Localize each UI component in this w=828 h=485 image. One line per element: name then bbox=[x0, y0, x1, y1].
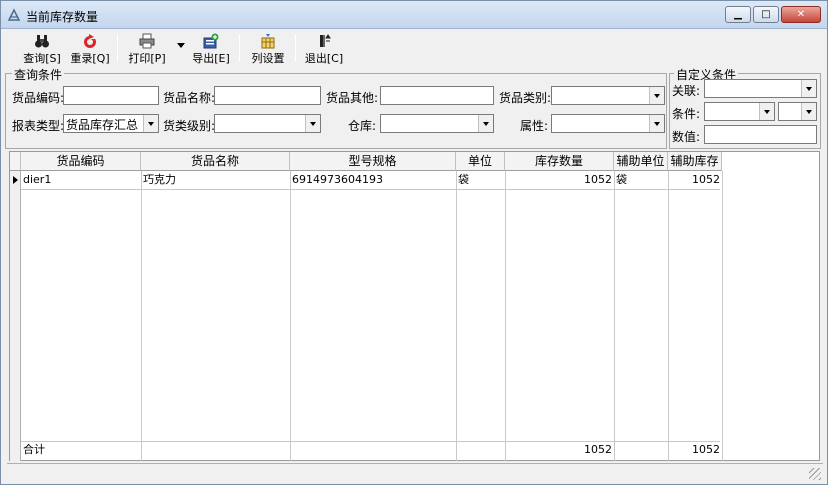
minimize-button[interactable]: ▁ bbox=[725, 6, 751, 23]
column-header-item-name[interactable]: 货品名称 bbox=[141, 152, 290, 171]
export-icon bbox=[203, 33, 219, 49]
toolbar: 查询[S] 重录[Q] 打印[P] 导出[E] 列设置 退出[C] bbox=[11, 31, 817, 65]
export-button[interactable]: 导出[E] bbox=[189, 31, 233, 65]
column-header-item-code[interactable]: 货品编码 bbox=[21, 152, 141, 171]
chevron-down-icon[interactable] bbox=[801, 80, 816, 97]
close-button[interactable]: ✕ bbox=[781, 6, 821, 23]
exit-button[interactable]: 退出[C] bbox=[303, 31, 345, 65]
cell-aux-unit[interactable]: 袋 bbox=[614, 172, 668, 188]
column-settings-icon bbox=[261, 34, 275, 49]
grid-column-divider bbox=[722, 171, 723, 461]
warehouse-label: 仓库: bbox=[348, 119, 377, 133]
toolbar-separator bbox=[117, 34, 118, 62]
column-header-qty[interactable]: 库存数量 bbox=[505, 152, 614, 171]
chevron-down-icon[interactable] bbox=[759, 103, 774, 120]
cell-spec[interactable]: 6914973604193 bbox=[290, 172, 456, 188]
query-conditions-panel: 查询条件 货品编码: 货品名称: 货品其他: 货品类别: 报表类型: 货品库存汇… bbox=[5, 66, 667, 149]
condition-operator-select[interactable] bbox=[778, 102, 817, 121]
footer-total-aux-qty: 1052 bbox=[692, 443, 720, 456]
custom-conditions-panel: 自定义条件 关联: 条件: 数值: bbox=[669, 66, 821, 149]
cell-qty[interactable]: 1052 bbox=[505, 172, 614, 188]
column-settings-button[interactable]: 列设置 bbox=[247, 31, 289, 65]
grid-column-divider bbox=[290, 171, 291, 461]
value-input[interactable] bbox=[704, 125, 817, 144]
chevron-down-icon[interactable] bbox=[305, 115, 320, 132]
item-code-input[interactable] bbox=[63, 86, 159, 105]
relation-select[interactable] bbox=[704, 79, 817, 98]
chevron-down-icon[interactable] bbox=[143, 115, 158, 132]
footer-total-label: 合计 bbox=[23, 443, 45, 456]
item-other-label: 货品其他: bbox=[326, 91, 379, 105]
grid-column-divider bbox=[614, 171, 615, 461]
minimize-icon: ▁ bbox=[734, 9, 742, 20]
close-icon: ✕ bbox=[796, 9, 806, 20]
window-title: 当前库存数量 bbox=[26, 10, 99, 24]
main-window: 当前库存数量 ▁ □ ✕ 查询[S] 重录[Q] 打印[P] 导出[E] 列设置… bbox=[0, 0, 828, 485]
row-selector-column bbox=[10, 171, 21, 461]
item-name-input[interactable] bbox=[214, 86, 321, 105]
report-type-value: 货品库存汇总 bbox=[66, 118, 139, 132]
reset-button[interactable]: 重录[Q] bbox=[69, 31, 111, 65]
resize-grip-icon[interactable] bbox=[809, 468, 821, 480]
condition-field-select[interactable] bbox=[704, 102, 775, 121]
app-icon bbox=[7, 8, 21, 21]
grid-corner bbox=[10, 152, 21, 171]
current-row-indicator-icon bbox=[13, 176, 18, 184]
grid-column-divider bbox=[456, 171, 457, 461]
cell-item-name[interactable]: 巧克力 bbox=[141, 172, 290, 188]
inventory-grid[interactable]: 货品编码 货品名称 型号规格 单位 库存数量 辅助单位 辅助库存 dier1 巧… bbox=[9, 151, 820, 461]
toolbar-separator bbox=[295, 34, 296, 62]
toolbar-separator bbox=[239, 34, 240, 62]
chevron-down-icon[interactable] bbox=[649, 115, 664, 132]
column-header-aux-qty[interactable]: 辅助库存 bbox=[668, 152, 722, 171]
item-category-label: 货品类别: bbox=[499, 91, 552, 105]
refresh-icon bbox=[84, 34, 96, 48]
maximize-button[interactable]: □ bbox=[753, 6, 779, 23]
binoculars-icon bbox=[35, 35, 49, 48]
item-name-label: 货品名称: bbox=[163, 91, 216, 105]
cell-unit[interactable]: 袋 bbox=[456, 172, 505, 188]
printer-icon bbox=[139, 33, 155, 49]
attribute-select[interactable] bbox=[551, 114, 665, 133]
chevron-down-icon[interactable] bbox=[478, 115, 493, 132]
print-dropdown-icon[interactable] bbox=[177, 43, 185, 48]
cell-aux-qty[interactable]: 1052 bbox=[668, 172, 722, 188]
chevron-down-icon[interactable] bbox=[649, 87, 664, 104]
item-code-label: 货品编码: bbox=[12, 91, 65, 105]
column-header-aux-unit[interactable]: 辅助单位 bbox=[614, 152, 668, 171]
exit-icon bbox=[320, 34, 331, 47]
value-label: 数值: bbox=[672, 130, 701, 144]
chevron-down-icon[interactable] bbox=[801, 103, 816, 120]
item-level-select[interactable] bbox=[214, 114, 321, 133]
attribute-label: 属性: bbox=[520, 119, 549, 133]
relation-label: 关联: bbox=[672, 84, 701, 98]
maximize-icon: □ bbox=[761, 9, 771, 20]
title-bar: 当前库存数量 ▁ □ ✕ bbox=[1, 1, 827, 29]
column-header-unit[interactable]: 单位 bbox=[456, 152, 505, 171]
report-type-select[interactable]: 货品库存汇总 bbox=[63, 114, 159, 133]
warehouse-select[interactable] bbox=[380, 114, 494, 133]
item-category-select[interactable] bbox=[551, 86, 665, 105]
column-header-spec[interactable]: 型号规格 bbox=[290, 152, 456, 171]
cell-item-code[interactable]: dier1 bbox=[21, 172, 141, 188]
footer-total-qty: 1052 bbox=[584, 443, 612, 456]
print-button[interactable]: 打印[P] bbox=[125, 31, 169, 65]
row-divider bbox=[21, 189, 720, 190]
item-other-input[interactable] bbox=[380, 86, 494, 105]
query-button[interactable]: 查询[S] bbox=[21, 31, 63, 65]
condition-label: 条件: bbox=[672, 107, 701, 121]
query-conditions-legend: 查询条件 bbox=[12, 66, 65, 83]
grid-column-divider bbox=[668, 171, 669, 461]
grid-column-divider bbox=[505, 171, 506, 461]
grid-column-divider bbox=[141, 171, 142, 461]
report-type-label: 报表类型: bbox=[12, 119, 65, 133]
status-bar bbox=[7, 463, 823, 482]
item-level-label: 货类级别: bbox=[163, 119, 216, 133]
